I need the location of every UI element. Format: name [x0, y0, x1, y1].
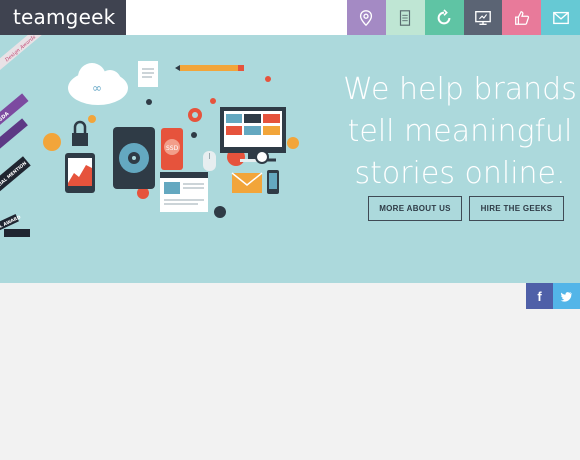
hard-drive-icon: [113, 127, 155, 189]
nav-process-button[interactable]: [424, 0, 464, 35]
nav-contact-button[interactable]: [541, 0, 580, 35]
document-icon: [400, 9, 411, 26]
svg-text:∞: ∞: [92, 81, 102, 95]
mouse-icon: [203, 151, 216, 171]
cloud-icon: ∞: [68, 63, 128, 105]
hire-the-geeks-button[interactable]: HIRE THE GEEKS: [469, 196, 564, 221]
ribbon-label: Design Awards: [3, 35, 37, 64]
mail-icon: [552, 11, 569, 24]
more-about-us-button[interactable]: MORE ABOUT US: [368, 196, 462, 221]
gear-icon: [188, 108, 202, 122]
site-logo[interactable]: teamgeek: [0, 0, 126, 35]
nav-location-button[interactable]: [347, 0, 386, 35]
nav-document-button[interactable]: [385, 0, 425, 35]
facebook-icon: f: [537, 288, 542, 304]
top-nav: [347, 0, 580, 35]
tablet-icon: [65, 153, 95, 193]
ssd-icon: SSD: [161, 128, 183, 170]
location-pin-icon: [360, 9, 373, 26]
facebook-button[interactable]: f: [526, 283, 553, 309]
nav-work-button[interactable]: [463, 0, 503, 35]
tagline-line: tell meaningful: [347, 114, 573, 149]
thumbs-up-icon: [514, 10, 529, 25]
hero-section: Design Awards CSSDA SPECIAL MENTION OPL …: [0, 35, 580, 283]
monitor-icon: [475, 10, 491, 25]
top-bar: teamgeek: [0, 0, 580, 35]
document-icon: [138, 61, 158, 87]
twitter-button[interactable]: [553, 283, 580, 309]
social-links: f: [526, 283, 580, 309]
nav-like-button[interactable]: [502, 0, 542, 35]
lock-icon: [72, 120, 88, 146]
twitter-icon: [560, 291, 572, 302]
tagline-line: We help brands: [343, 72, 577, 107]
hero-tagline: We help brands tell meaningful stories o…: [330, 69, 580, 195]
pencil-icon: [175, 65, 244, 71]
refresh-icon: [437, 8, 451, 24]
ssd-label: SSD: [166, 145, 179, 152]
tagline-line: stories online.: [354, 156, 566, 191]
browser-window-icon: [160, 172, 208, 212]
phone-icon: [267, 170, 279, 194]
hero-illustration: ∞ SSD: [43, 61, 299, 218]
envelope-icon: [231, 172, 263, 193]
